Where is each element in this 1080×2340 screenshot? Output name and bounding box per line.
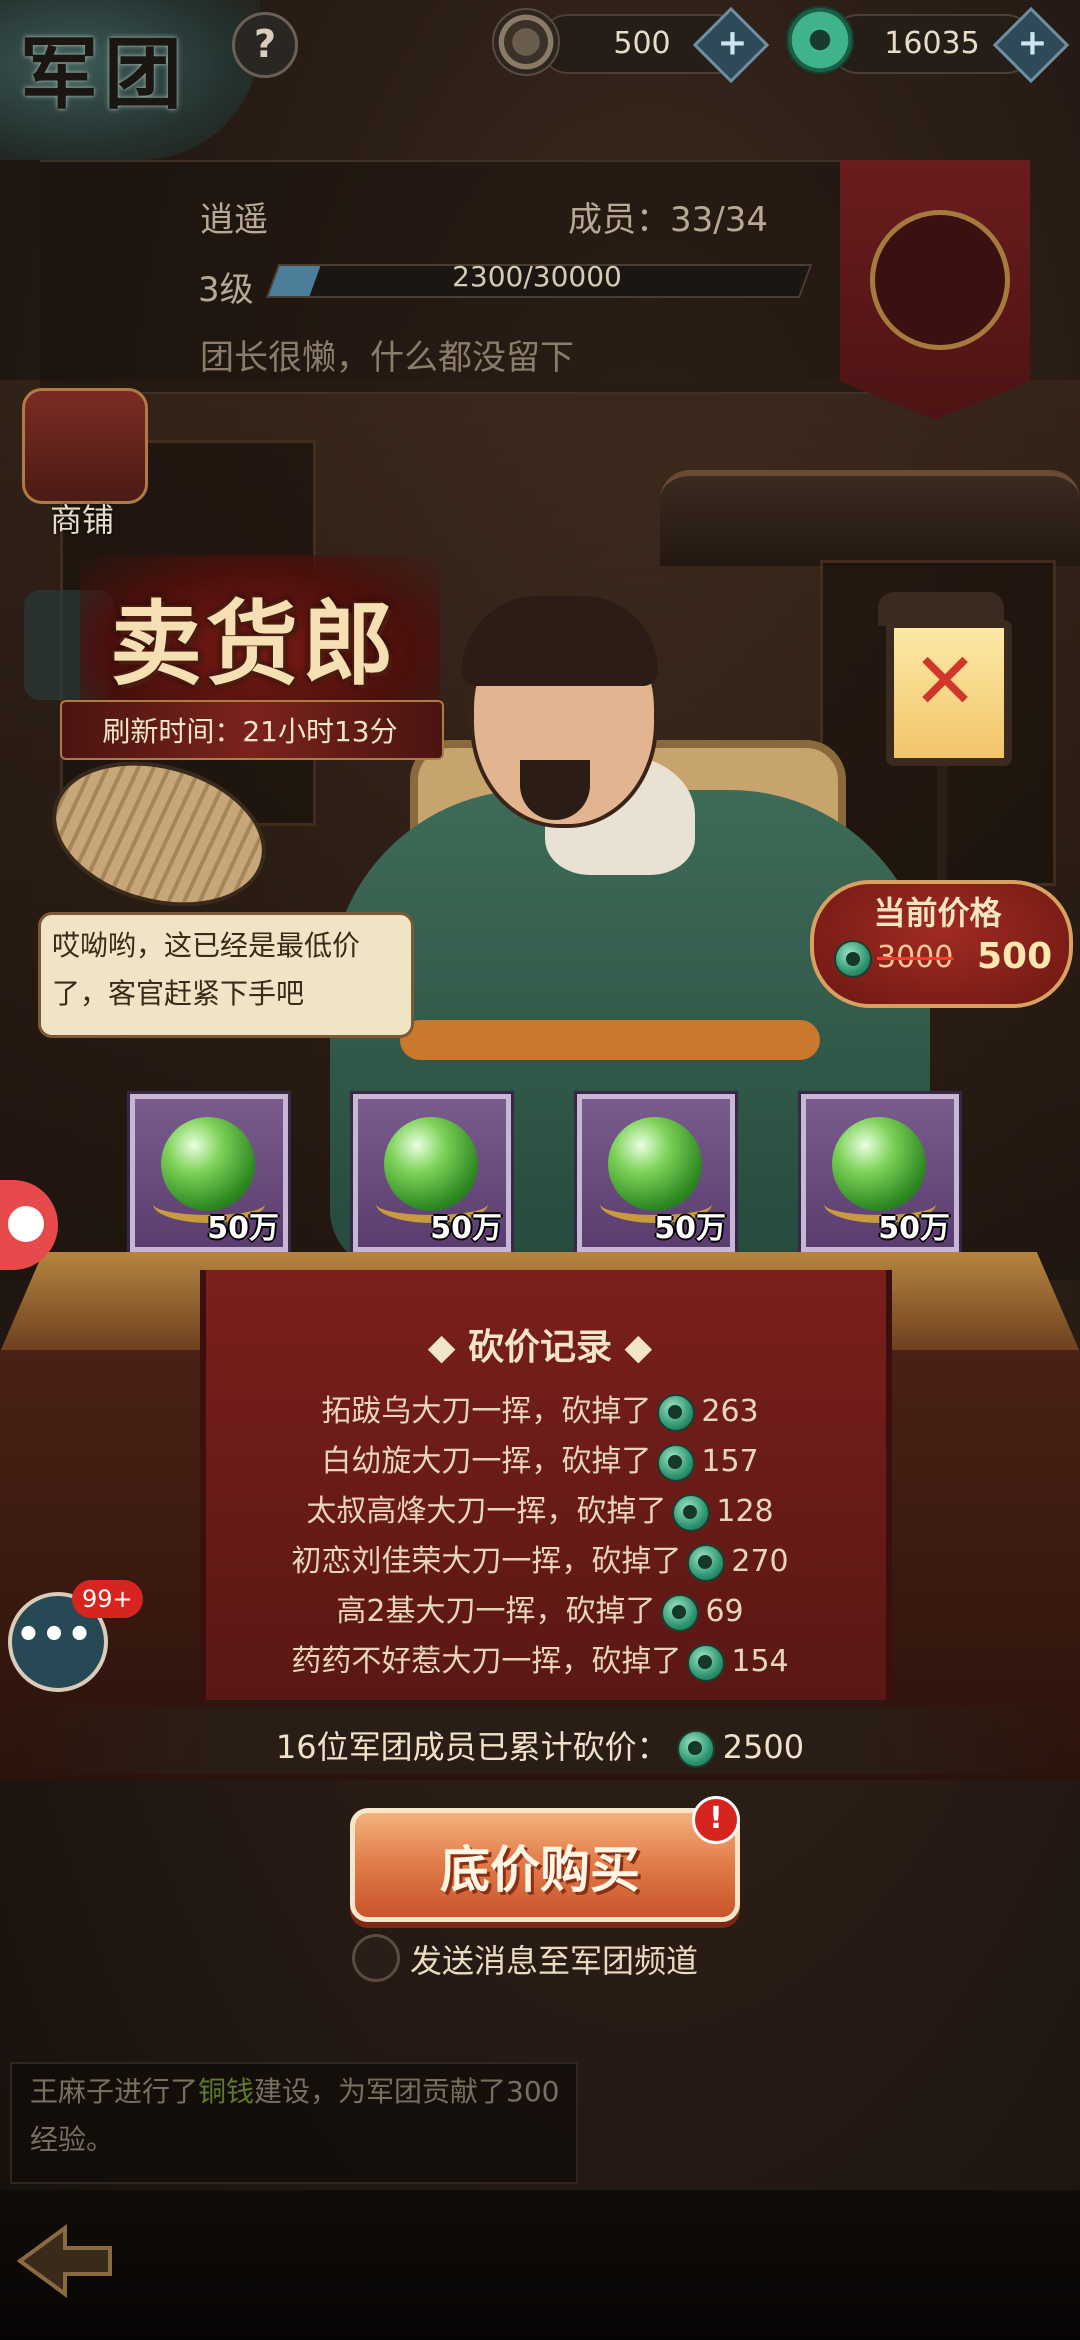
- speech-text: 哎呦哟，这已经是最低价了，客官赶紧下手吧: [52, 929, 361, 1010]
- guild-level: 3级: [198, 270, 254, 310]
- jade-icon: [687, 1643, 726, 1682]
- price-label: 当前价格: [873, 894, 1002, 932]
- item-card[interactable]: 50万: [353, 1094, 511, 1252]
- question-icon: ?: [253, 22, 277, 66]
- jade-orb-icon: [384, 1117, 478, 1211]
- item-card[interactable]: 50万: [801, 1094, 959, 1252]
- price-current: 500: [977, 936, 1053, 977]
- jade-icon: [676, 1730, 715, 1768]
- item-quantity: 50万: [878, 1211, 950, 1246]
- item-quantity: 50万: [430, 1211, 502, 1246]
- guild-members: 成员：33/34: [568, 200, 768, 240]
- coin-icon: [492, 8, 560, 76]
- jade-icon: [834, 940, 872, 978]
- guild-motto: 团长很懒，什么都没留下: [200, 338, 574, 378]
- bargain-log-entry: 白幼旋大刀一挥，砍掉了 157: [200, 1436, 880, 1482]
- merchant-sash: [400, 1020, 820, 1060]
- shop-icon[interactable]: [22, 388, 148, 504]
- back-arrow-icon: [16, 2224, 112, 2298]
- bargain-log-entry: 太叔高烽大刀一挥，砍掉了 128: [200, 1486, 880, 1532]
- buy-button-label[interactable]: 底价购买: [350, 1830, 730, 1902]
- chat-unread-badge: 99+: [72, 1580, 143, 1618]
- background-roof: [660, 470, 1080, 566]
- alert-badge: !: [692, 1796, 740, 1844]
- guild-xp-text: 2300/30000: [452, 260, 622, 293]
- gamepad-icon: [8, 1206, 44, 1242]
- item-quantity: 50万: [207, 1211, 279, 1246]
- guild-emblem-icon: [870, 210, 1010, 350]
- send-to-guild-label[interactable]: 发送消息至军团频道: [410, 1936, 698, 1982]
- item-quantity: 50万: [654, 1211, 726, 1246]
- jade-orb-icon: [161, 1117, 255, 1211]
- jade-orb-icon: [608, 1117, 702, 1211]
- jade-icon: [657, 1393, 696, 1432]
- jade-icon: [661, 1593, 700, 1632]
- chat-bubble-icon: •••: [15, 1612, 93, 1658]
- bargain-log-title: ◆ 砍价记录 ◆: [427, 1327, 653, 1368]
- lantern-x-icon: ✕: [912, 637, 978, 727]
- help-button[interactable]: ?: [232, 12, 298, 78]
- guild-news-text: 王麻子进行了铜钱建设，为军团贡献了300经验。: [30, 2075, 560, 2156]
- bargain-total: 16位军团成员已累计砍价： 2500: [275, 1728, 805, 1768]
- jade-icon: [786, 6, 854, 74]
- send-to-guild-radio[interactable]: [352, 1934, 400, 1982]
- bottom-bar: [0, 2190, 1080, 2340]
- bargain-log-entry: 药药不好惹大刀一挥，砍掉了 154: [200, 1636, 880, 1682]
- page-title: 军团: [20, 29, 189, 120]
- bargain-log-entry: 初恋刘佳荣大刀一挥，砍掉了 270: [200, 1536, 880, 1582]
- item-card[interactable]: 50万: [130, 1094, 288, 1252]
- bargain-log-entry: 高2基大刀一挥，砍掉了 69: [200, 1586, 880, 1632]
- shop-label[interactable]: 商铺: [50, 495, 114, 541]
- jade-orb-icon: [832, 1117, 926, 1211]
- jade-icon: [672, 1493, 711, 1532]
- back-arrow-button[interactable]: [10, 2216, 120, 2306]
- jade-icon: [657, 1443, 696, 1482]
- bargain-log-entry: 拓跋乌大刀一挥，砍掉了 263: [200, 1386, 880, 1432]
- guild-name: 逍遥: [200, 200, 268, 240]
- price-original: 3000: [877, 940, 954, 975]
- vendor-name: 卖货郎: [110, 590, 399, 698]
- item-card[interactable]: 50万: [577, 1094, 735, 1252]
- refresh-time: 刷新时间：21小时13分: [102, 715, 398, 748]
- jade-icon: [687, 1543, 726, 1582]
